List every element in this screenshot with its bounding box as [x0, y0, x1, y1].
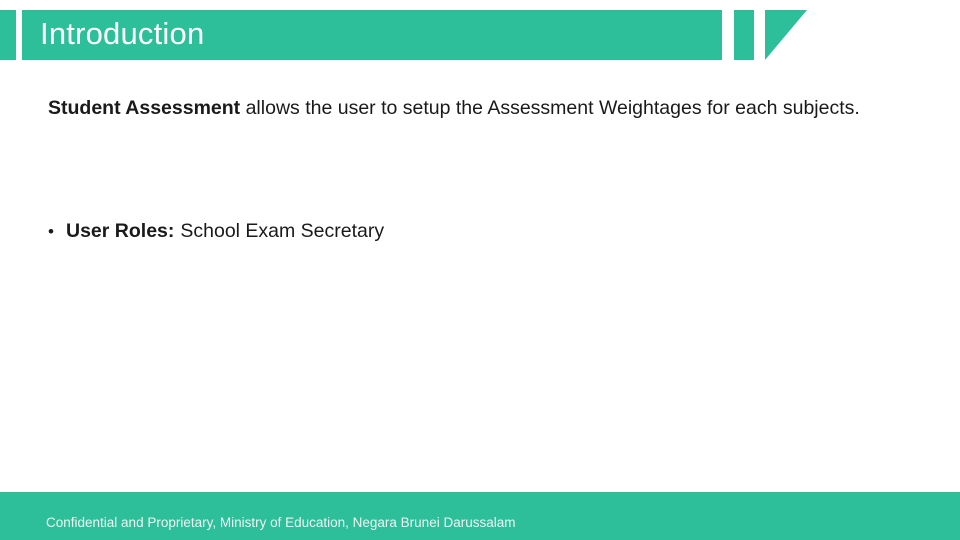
list-item: • User Roles: School Exam Secretary [48, 216, 864, 247]
list-item-value: School Exam Secretary [180, 220, 385, 242]
header-accent-bar [734, 10, 754, 60]
page-title: Introduction [40, 16, 205, 51]
bullet-marker-icon: • [48, 222, 54, 241]
header-accent-stub [0, 10, 16, 60]
list-item-label: User Roles: [66, 220, 175, 242]
footer-text: Confidential and Proprietary, Ministry o… [46, 515, 516, 530]
header-accent-triangle [765, 10, 807, 60]
body-paragraph-block: Student Assessment allows the user to se… [48, 92, 864, 125]
intro-paragraph-bold-lead: Student Assessment [48, 97, 241, 119]
intro-paragraph-rest: allows the user to setup the Assessment … [240, 97, 860, 119]
intro-paragraph: Student Assessment allows the user to se… [48, 92, 864, 125]
bullet-list: • User Roles: School Exam Secretary [48, 216, 864, 247]
slide-header: Introduction [0, 0, 960, 62]
slide: Introduction Student Assessment allows t… [0, 0, 960, 540]
